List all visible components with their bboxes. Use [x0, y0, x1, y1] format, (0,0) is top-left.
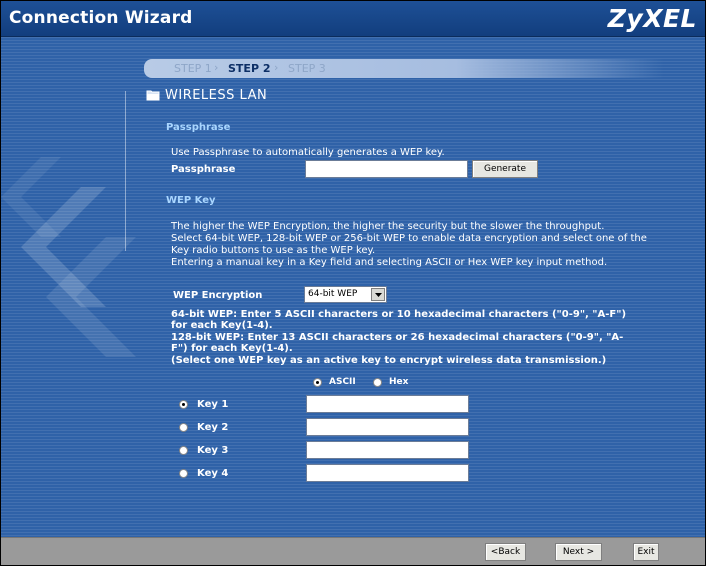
key-3-label: Key 3	[197, 445, 229, 456]
window-title: Connection Wizard	[9, 8, 193, 28]
divider-line	[125, 91, 126, 251]
title-bar: Connection Wizard ZyXEL	[1, 1, 705, 37]
back-button[interactable]: <Back	[485, 543, 526, 561]
passphrase-heading: Passphrase	[166, 122, 231, 133]
exit-button[interactable]: Exit	[633, 543, 659, 561]
wizard-window: Connection Wizard ZyXEL STEP 1 › STEP 2 …	[0, 0, 706, 566]
key-1-radio[interactable]	[179, 400, 188, 409]
section-title: WIRELESS LAN	[165, 88, 268, 103]
generate-button[interactable]: Generate	[472, 160, 538, 178]
key-2-input[interactable]	[306, 418, 469, 436]
wep-key-heading: WEP Key	[166, 195, 216, 206]
wep-description-line: Select 64-bit WEP, 128-bit WEP or 256-bi…	[171, 233, 647, 244]
wep-note-line: (Select one WEP key as an active key to …	[171, 355, 607, 366]
folder-icon	[146, 90, 160, 101]
wep-encryption-select[interactable]: 64-bit WEP	[304, 286, 387, 303]
wep-note-line: F") for each Key(1-4).	[171, 343, 293, 354]
step-3: STEP 3	[288, 62, 326, 75]
key-4-label: Key 4	[197, 468, 229, 479]
hex-radio[interactable]	[373, 378, 382, 387]
next-button[interactable]: Next >	[555, 543, 602, 561]
wep-description-line: Key radio buttons to use as the WEP key.	[171, 245, 376, 256]
wep-encryption-value: 64-bit WEP	[308, 289, 358, 299]
wep-note-line: 64-bit WEP: Enter 5 ASCII characters or …	[171, 309, 627, 320]
step-arrow-icon: ›	[214, 61, 219, 74]
key-2-label: Key 2	[197, 422, 229, 433]
step-2: STEP 2	[228, 62, 271, 75]
ascii-radio[interactable]	[313, 378, 322, 387]
step-1: STEP 1	[174, 62, 212, 75]
key-4-input[interactable]	[306, 464, 469, 482]
passphrase-input[interactable]	[305, 160, 468, 178]
hex-label: Hex	[389, 377, 409, 387]
key-1-label: Key 1	[197, 399, 229, 410]
button-bar: <Back Next > Exit	[1, 537, 705, 565]
ascii-label: ASCII	[329, 377, 356, 387]
step-arrow-icon: ›	[274, 61, 279, 74]
wep-description-line: The higher the WEP Encryption, the highe…	[171, 221, 605, 232]
key-3-radio[interactable]	[179, 446, 188, 455]
chevron-down-icon[interactable]	[371, 288, 385, 301]
decorative-chevron-graphic	[1, 157, 136, 357]
key-1-input[interactable]	[306, 395, 469, 413]
key-4-radio[interactable]	[179, 469, 188, 478]
wep-note-line: for each Key(1-4).	[171, 320, 273, 331]
wizard-steps: STEP 1 › STEP 2 › STEP 3	[144, 59, 664, 78]
zyxel-logo: ZyXEL	[607, 4, 697, 33]
passphrase-description: Use Passphrase to automatically generate…	[171, 147, 445, 158]
key-2-radio[interactable]	[179, 423, 188, 432]
passphrase-label: Passphrase	[171, 164, 236, 175]
wep-description-line: Entering a manual key in a Key field and…	[171, 257, 608, 268]
wep-encryption-label: WEP Encryption	[173, 290, 263, 301]
wep-note-line: 128-bit WEP: Enter 13 ASCII characters o…	[171, 332, 624, 343]
key-3-input[interactable]	[306, 441, 469, 459]
